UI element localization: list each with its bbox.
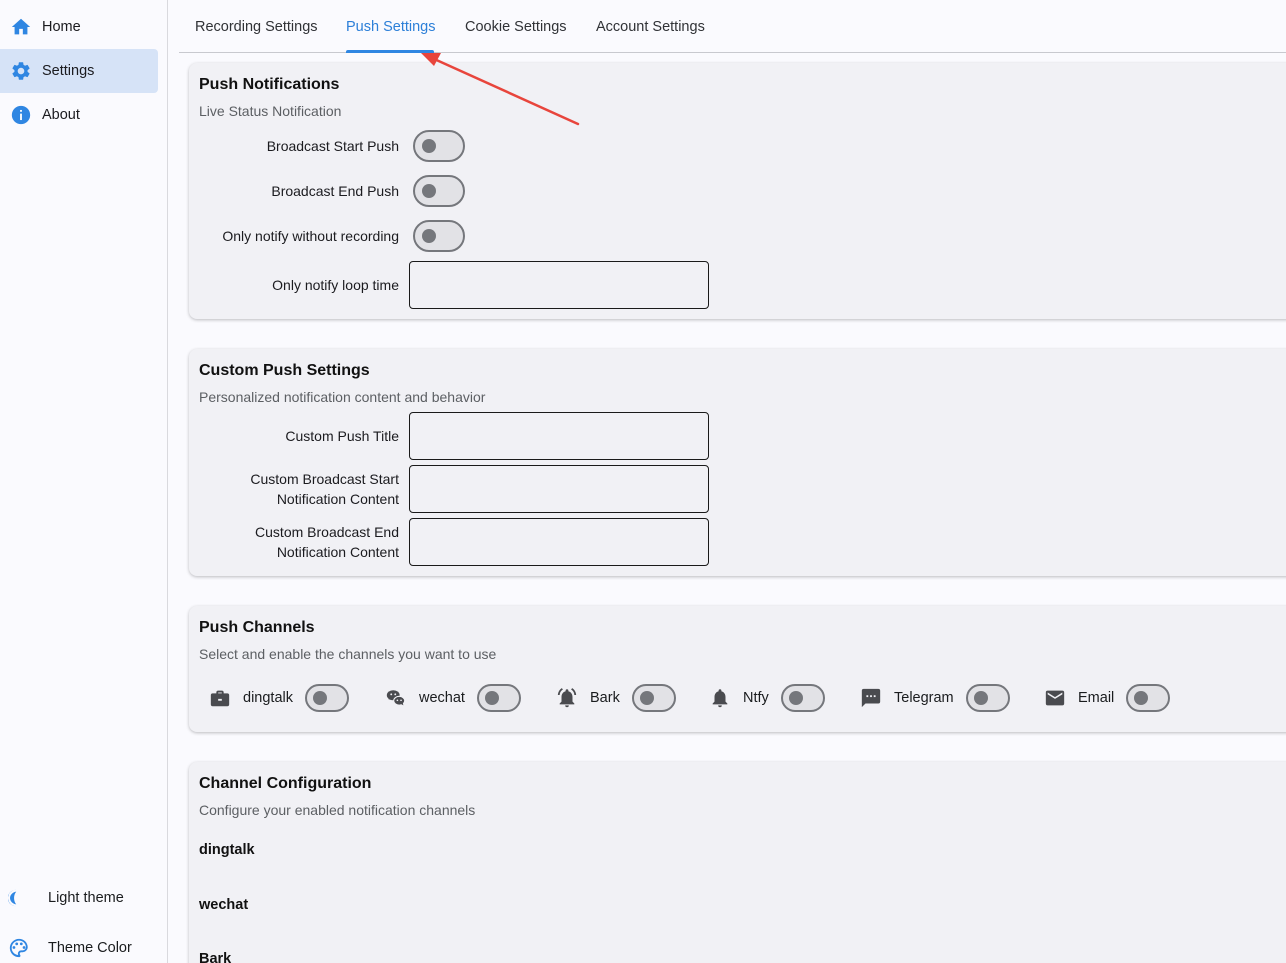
card-subtitle: Personalized notification content and be… bbox=[199, 389, 486, 405]
tab-recording-settings[interactable]: Recording Settings bbox=[195, 0, 318, 53]
card-subtitle: Live Status Notification bbox=[199, 103, 342, 119]
sidebar-item-settings[interactable]: Settings bbox=[0, 49, 158, 93]
wechat-switch[interactable] bbox=[476, 684, 521, 712]
switch-knob bbox=[973, 691, 988, 705]
gear-icon bbox=[10, 60, 32, 82]
card-title: Push Channels bbox=[199, 619, 315, 636]
wechat-icon bbox=[385, 687, 407, 709]
ntfy-switch[interactable] bbox=[780, 684, 825, 712]
config-section-dingtalk[interactable]: dingtalk bbox=[199, 842, 255, 858]
card-title: Custom Push Settings bbox=[199, 362, 370, 379]
channel-label: dingtalk bbox=[243, 690, 293, 706]
channel-label: Email bbox=[1078, 690, 1115, 706]
channel-label: Ntfy bbox=[743, 690, 769, 706]
channel-configuration-card: Channel Configuration Configure your ena… bbox=[189, 762, 1286, 963]
bark-switch[interactable] bbox=[631, 684, 676, 712]
switch-knob bbox=[484, 691, 499, 705]
info-icon bbox=[10, 104, 32, 126]
bell-ring-icon bbox=[556, 687, 578, 709]
switch-knob bbox=[422, 139, 436, 153]
channel-label: Bark bbox=[590, 690, 620, 706]
config-section-wechat[interactable]: wechat bbox=[199, 897, 248, 913]
channel-wechat: wechat bbox=[385, 684, 521, 712]
channel-label: Telegram bbox=[894, 690, 954, 706]
switch-knob bbox=[312, 691, 327, 705]
bottom-item-label: Light theme bbox=[48, 890, 124, 906]
channel-email: Email bbox=[1044, 684, 1171, 712]
tab-label: Recording Settings bbox=[195, 18, 318, 35]
sidebar-item-label: Home bbox=[42, 19, 81, 35]
custom-push-title-input[interactable] bbox=[409, 412, 709, 460]
switch-knob bbox=[639, 691, 654, 705]
channel-telegram: Telegram bbox=[860, 684, 1010, 712]
channel-label: wechat bbox=[419, 690, 465, 706]
palette-icon bbox=[8, 937, 30, 959]
email-switch[interactable] bbox=[1126, 684, 1171, 712]
tab-label: Account Settings bbox=[596, 18, 705, 35]
only-notify-without-recording-label: Only notify without recording bbox=[222, 228, 399, 244]
broadcast-end-push-label: Broadcast End Push bbox=[271, 183, 399, 199]
moon-icon bbox=[8, 887, 30, 909]
sidebar: Home Settings About Light theme Theme Co… bbox=[0, 0, 168, 963]
settings-tabs: Recording Settings Push Settings Cookie … bbox=[179, 0, 1286, 53]
tab-label: Push Settings bbox=[346, 18, 436, 35]
push-channels-card: Push Channels Select and enable the chan… bbox=[189, 606, 1286, 732]
custom-start-content-label: Custom Broadcast Start Notification Cont… bbox=[250, 471, 399, 507]
card-title: Push Notifications bbox=[199, 76, 340, 93]
home-icon bbox=[10, 16, 32, 38]
switch-knob bbox=[1134, 691, 1149, 705]
broadcast-start-push-switch[interactable] bbox=[413, 130, 465, 162]
custom-push-title-label: Custom Push Title bbox=[285, 428, 399, 444]
tab-cookie-settings[interactable]: Cookie Settings bbox=[465, 0, 567, 53]
switch-knob bbox=[788, 691, 803, 705]
sidebar-item-about[interactable]: About bbox=[0, 93, 158, 137]
dingtalk-switch[interactable] bbox=[304, 684, 349, 712]
only-notify-without-recording-switch[interactable] bbox=[413, 220, 465, 252]
mail-icon bbox=[1044, 687, 1066, 709]
sidebar-item-label: Settings bbox=[42, 63, 95, 79]
sidebar-item-label: About bbox=[42, 107, 80, 123]
light-theme-toggle[interactable]: Light theme bbox=[0, 878, 168, 918]
custom-end-content-label: Custom Broadcast End Notification Conten… bbox=[255, 524, 399, 560]
telegram-switch[interactable] bbox=[965, 684, 1010, 712]
channel-bark: Bark bbox=[556, 684, 676, 712]
active-tab-indicator bbox=[346, 50, 434, 53]
channel-ntfy: Ntfy bbox=[709, 684, 825, 712]
tab-account-settings[interactable]: Account Settings bbox=[596, 0, 705, 53]
card-subtitle: Configure your enabled notification chan… bbox=[199, 802, 476, 818]
switch-knob bbox=[422, 229, 436, 243]
custom-start-content-input[interactable] bbox=[409, 465, 709, 513]
card-title: Channel Configuration bbox=[199, 775, 372, 792]
loop-time-input[interactable] bbox=[409, 261, 709, 309]
push-notifications-card: Push Notifications Live Status Notificat… bbox=[189, 63, 1286, 319]
tab-push-settings[interactable]: Push Settings bbox=[346, 0, 435, 53]
channel-dingtalk: dingtalk bbox=[209, 684, 349, 712]
broadcast-end-push-switch[interactable] bbox=[413, 175, 465, 207]
card-subtitle: Select and enable the channels you want … bbox=[199, 646, 497, 662]
tab-label: Cookie Settings bbox=[465, 18, 567, 35]
loop-time-label: Only notify loop time bbox=[272, 277, 399, 293]
theme-color-button[interactable]: Theme Color bbox=[0, 928, 168, 963]
sidebar-item-home[interactable]: Home bbox=[0, 5, 158, 49]
switch-knob bbox=[422, 184, 436, 198]
briefcase-icon bbox=[209, 687, 231, 709]
config-section-bark[interactable]: Bark bbox=[199, 951, 231, 963]
custom-end-content-input[interactable] bbox=[409, 518, 709, 566]
bottom-item-label: Theme Color bbox=[48, 940, 132, 956]
custom-push-settings-card: Custom Push Settings Personalized notifi… bbox=[189, 349, 1286, 576]
bell-icon bbox=[709, 687, 731, 709]
chat-icon bbox=[860, 687, 882, 709]
broadcast-start-push-label: Broadcast Start Push bbox=[266, 138, 399, 154]
